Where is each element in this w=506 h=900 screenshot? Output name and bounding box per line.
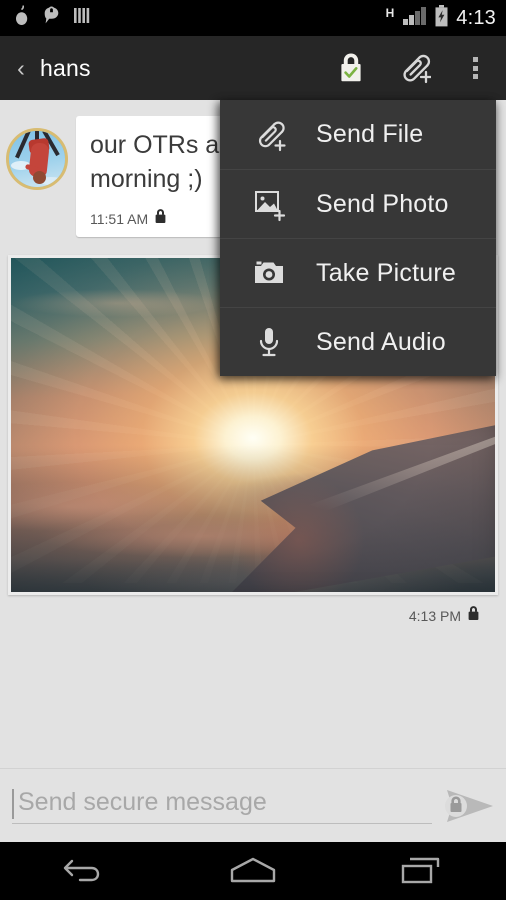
message-input[interactable] bbox=[12, 787, 432, 817]
home-icon[interactable] bbox=[198, 842, 308, 900]
overflow-dot bbox=[472, 65, 478, 71]
photo-message-meta: 4:13 PM bbox=[8, 595, 498, 626]
photo-timestamp: 4:13 PM bbox=[408, 607, 461, 624]
page-title: hans bbox=[40, 54, 91, 81]
bars-icon bbox=[73, 6, 92, 30]
send-secure-arrow-lock-icon[interactable] bbox=[432, 769, 506, 843]
back-arrow-icon[interactable] bbox=[29, 842, 139, 900]
action-bar-buttons bbox=[320, 36, 506, 100]
paperclip-plus-icon bbox=[248, 117, 290, 153]
menu-item-send-photo[interactable]: Send Photo bbox=[220, 169, 496, 238]
lock-chat-bubble-icon bbox=[43, 5, 60, 31]
microphone-icon bbox=[248, 324, 290, 360]
menu-item-label: Send Photo bbox=[316, 189, 449, 218]
status-bar-clock: 4:13 bbox=[456, 6, 496, 29]
text-caret bbox=[12, 788, 14, 819]
back-button[interactable]: ‹ bbox=[6, 56, 36, 80]
message-input-wrapper[interactable] bbox=[12, 787, 432, 824]
attach-dropdown-menu[interactable]: Send File Send Photo Take Picture Send A… bbox=[220, 100, 496, 376]
status-bar-left-icons bbox=[14, 5, 92, 31]
status-bar-right-icons: H 4:13 bbox=[385, 4, 496, 32]
paperclip-plus-icon[interactable] bbox=[382, 36, 444, 100]
lock-icon bbox=[154, 208, 167, 229]
status-bar: H 4:13 bbox=[0, 0, 506, 36]
avatar[interactable] bbox=[6, 128, 68, 190]
menu-item-label: Send File bbox=[316, 120, 424, 148]
battery-charging-icon bbox=[434, 4, 449, 32]
menu-item-send-file[interactable]: Send File bbox=[220, 100, 496, 169]
action-bar: ‹ hans bbox=[0, 36, 506, 100]
camera-icon bbox=[248, 257, 290, 289]
signal-bars-icon bbox=[401, 6, 427, 31]
network-type-label: H bbox=[385, 6, 395, 20]
menu-item-label: Take Picture bbox=[316, 258, 456, 287]
image-plus-icon bbox=[248, 186, 290, 222]
lock-verified-icon[interactable] bbox=[320, 36, 382, 100]
overflow-dots bbox=[472, 57, 478, 79]
lock-icon bbox=[467, 605, 480, 626]
menu-item-send-audio[interactable]: Send Audio bbox=[220, 307, 496, 376]
overflow-menu-icon[interactable] bbox=[444, 36, 506, 100]
message-composer bbox=[0, 768, 506, 842]
overflow-dot bbox=[472, 74, 478, 79]
overflow-dot bbox=[472, 57, 478, 62]
onion-icon bbox=[14, 5, 30, 31]
android-navigation-bar bbox=[0, 842, 506, 900]
menu-item-take-picture[interactable]: Take Picture bbox=[220, 238, 496, 307]
recent-apps-icon[interactable] bbox=[367, 842, 477, 900]
menu-item-label: Send Audio bbox=[316, 327, 446, 356]
message-timestamp: 11:51 AM bbox=[90, 210, 149, 227]
